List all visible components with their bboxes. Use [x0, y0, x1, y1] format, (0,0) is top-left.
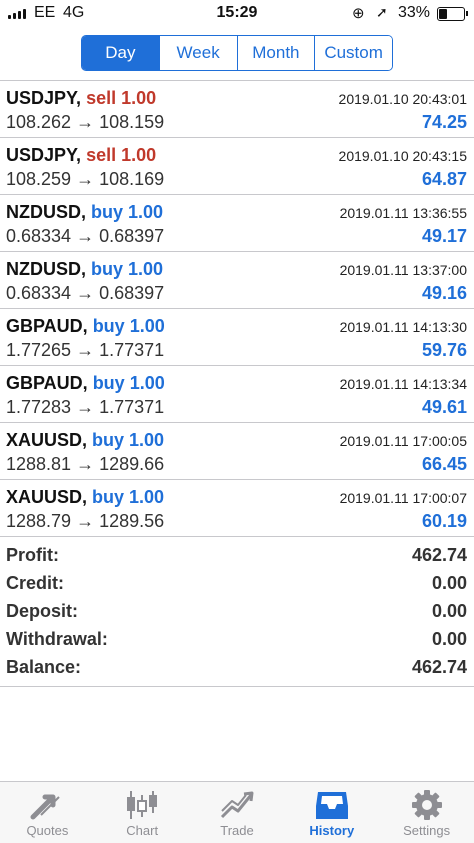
trade-row[interactable]: GBPAUD, buy 1.00 2019.01.11 14:13:30 1.7… — [0, 309, 474, 366]
summary-balance: Balance: 462.74 — [0, 653, 474, 681]
settings-icon — [411, 790, 442, 820]
trade-profit: 49.61 — [421, 397, 467, 417]
summary-profit: Profit: 462.74 — [0, 541, 474, 569]
rotation-lock-icon: ⊕ — [352, 5, 365, 22]
trade-profit: 49.17 — [421, 226, 467, 246]
trade-datetime: 2019.01.11 17:00:07 — [339, 490, 467, 506]
trade-side: buy 1.00 — [91, 259, 164, 279]
tab-label: Trade — [220, 823, 254, 838]
summary-label: Withdrawal: — [6, 629, 108, 649]
status-bar: EE 4G 15:29 ⊕ ➚ 33% — [0, 0, 474, 28]
trade-row[interactable]: NZDUSD, buy 1.00 2019.01.11 13:37:00 0.6… — [0, 252, 474, 309]
trade-prices: 108.262 → 108.159 — [6, 112, 165, 132]
trade-datetime: 2019.01.10 20:43:01 — [338, 91, 467, 107]
summary-value: 0.00 — [431, 573, 467, 593]
tab-trade[interactable]: Trade — [190, 782, 285, 843]
trade-row[interactable]: NZDUSD, buy 1.00 2019.01.11 13:36:55 0.6… — [0, 195, 474, 252]
location-icon: ➚ — [376, 4, 388, 20]
summary-value: 0.00 — [431, 601, 467, 621]
trade-side: buy 1.00 — [92, 430, 165, 450]
divider — [0, 686, 474, 687]
trade-row[interactable]: XAUUSD, buy 1.00 2019.01.11 17:00:05 128… — [0, 423, 474, 480]
chart-icon — [127, 791, 158, 819]
trade-prices: 0.68334 → 0.68397 — [6, 226, 165, 246]
account-summary: Profit: 462.74 Credit: 0.00 Deposit: 0.0… — [0, 541, 474, 681]
trade-datetime: 2019.01.11 14:13:34 — [339, 376, 467, 392]
trade-side: buy 1.00 — [92, 316, 165, 336]
trade-history-list: USDJPY, sell 1.00 2019.01.10 20:43:01 10… — [0, 81, 474, 537]
summary-credit: Credit: 0.00 — [0, 569, 474, 597]
trade-datetime: 2019.01.11 13:36:55 — [339, 205, 467, 221]
trade-symbol: USDJPY, — [6, 88, 82, 108]
trade-profit: 74.25 — [421, 112, 467, 132]
summary-deposit: Deposit: 0.00 — [0, 597, 474, 625]
tab-history[interactable]: History — [284, 782, 379, 843]
trade-side: sell 1.00 — [86, 88, 157, 108]
trade-profit: 66.45 — [421, 454, 467, 474]
trade-side: buy 1.00 — [92, 373, 165, 393]
trade-profit: 59.76 — [421, 340, 467, 360]
tab-quotes[interactable]: Quotes — [0, 782, 95, 843]
tab-label: Chart — [126, 823, 159, 838]
tab-label: Settings — [403, 823, 451, 838]
history-icon — [315, 792, 348, 819]
trade-prices: 1288.81 → 1289.66 — [6, 454, 165, 474]
trade-symbol: GBPAUD, — [6, 373, 88, 393]
trade-prices: 108.259 → 108.169 — [6, 169, 165, 189]
period-week[interactable]: Week — [158, 36, 237, 70]
trade-datetime: 2019.01.10 20:43:15 — [338, 148, 467, 164]
trade-icon — [220, 791, 254, 819]
battery-icon — [437, 7, 468, 21]
summary-label: Balance: — [6, 657, 82, 677]
trade-datetime: 2019.01.11 14:13:30 — [339, 319, 467, 335]
trade-profit: 60.19 — [421, 511, 467, 531]
trade-prices: 1.77283 → 1.77371 — [6, 397, 165, 417]
summary-label: Profit: — [6, 545, 59, 565]
trade-symbol: GBPAUD, — [6, 316, 88, 336]
quotes-icon — [30, 794, 61, 820]
summary-value: 0.00 — [431, 629, 467, 649]
trade-symbol: XAUUSD, — [6, 487, 88, 507]
tab-bar: Quotes Chart Trade History Settings — [0, 781, 474, 843]
trade-datetime: 2019.01.11 13:37:00 — [339, 262, 467, 278]
tab-label: History — [309, 823, 355, 838]
summary-label: Credit: — [6, 573, 64, 593]
trade-profit: 49.16 — [421, 283, 467, 303]
trade-prices: 1.77265 → 1.77371 — [6, 340, 165, 360]
trade-profit: 64.87 — [421, 169, 467, 189]
trade-symbol: NZDUSD, — [6, 202, 86, 222]
trade-side: buy 1.00 — [91, 202, 164, 222]
tab-chart[interactable]: Chart — [95, 782, 190, 843]
trade-prices: 1288.79 → 1289.56 — [6, 511, 165, 531]
trade-side: buy 1.00 — [92, 487, 165, 507]
trade-row[interactable]: USDJPY, sell 1.00 2019.01.10 20:43:15 10… — [0, 138, 474, 195]
trade-prices: 0.68334 → 0.68397 — [6, 283, 165, 303]
trade-side: sell 1.00 — [86, 145, 157, 165]
tab-settings[interactable]: Settings — [379, 782, 474, 843]
summary-label: Deposit: — [6, 601, 78, 621]
trade-symbol: NZDUSD, — [6, 259, 86, 279]
trade-datetime: 2019.01.11 17:00:05 — [339, 433, 467, 449]
battery-percent: 33% — [398, 4, 431, 21]
trade-row[interactable]: XAUUSD, buy 1.00 2019.01.11 17:00:07 128… — [0, 480, 474, 537]
period-custom[interactable]: Custom — [314, 36, 392, 70]
period-selector: Day Week Month Custom — [81, 35, 393, 71]
summary-value: 462.74 — [411, 657, 467, 677]
trade-row[interactable]: USDJPY, sell 1.00 2019.01.10 20:43:01 10… — [0, 81, 474, 138]
trade-symbol: USDJPY, — [6, 145, 82, 165]
trade-row[interactable]: GBPAUD, buy 1.00 2019.01.11 14:13:34 1.7… — [0, 366, 474, 423]
summary-withdrawal: Withdrawal: 0.00 — [0, 625, 474, 653]
period-month[interactable]: Month — [236, 36, 315, 70]
trade-symbol: XAUUSD, — [6, 430, 88, 450]
period-day[interactable]: Day — [82, 36, 159, 70]
summary-value: 462.74 — [411, 545, 467, 565]
tab-label: Quotes — [26, 823, 69, 838]
